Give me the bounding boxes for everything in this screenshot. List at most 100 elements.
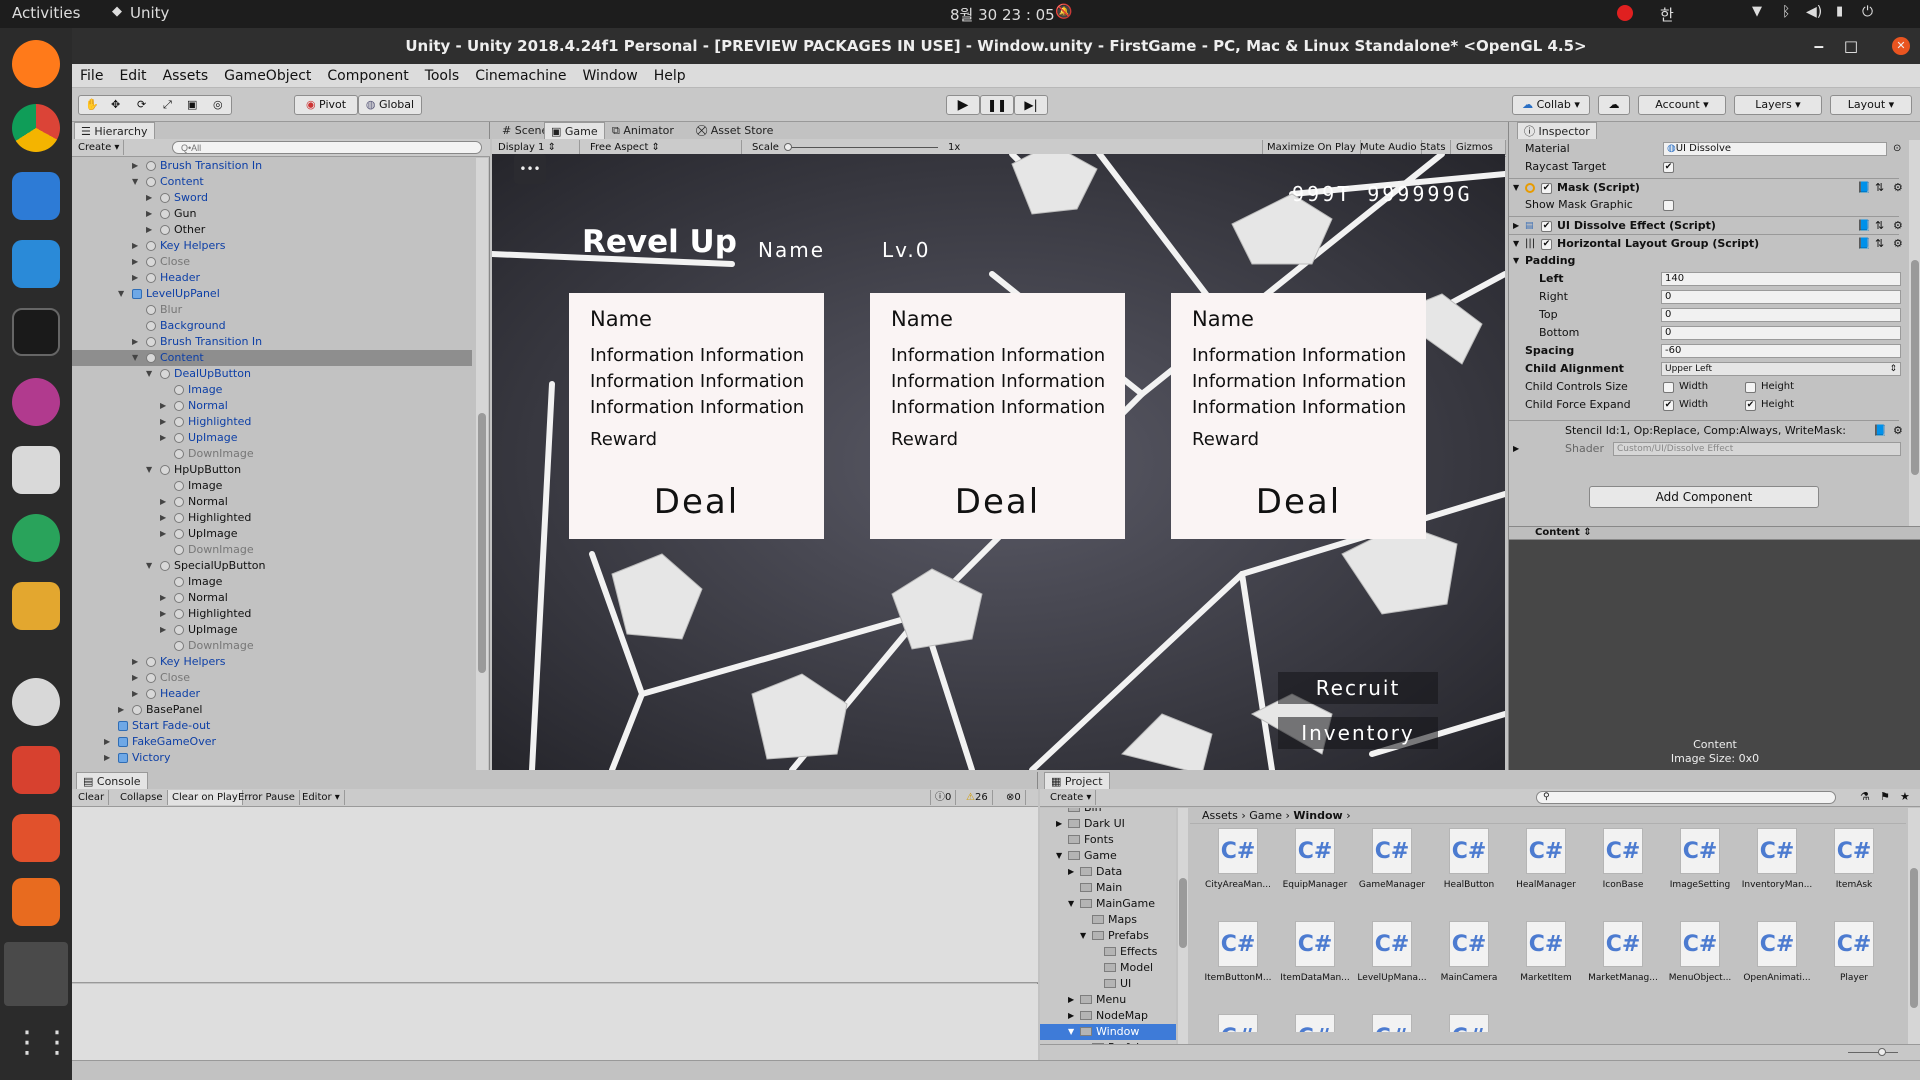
project-assets-scroll-thumb[interactable] — [1910, 868, 1918, 1008]
padding-left-field[interactable]: 140 — [1661, 272, 1901, 286]
hierarchy-row[interactable]: ▶ Key Helpers — [72, 654, 472, 670]
console-log-list[interactable] — [72, 807, 1038, 983]
inventory-button[interactable]: Inventory — [1278, 717, 1438, 749]
project-folder-row[interactable]: ▼ Prefabs — [1040, 928, 1176, 944]
scale-tool-icon[interactable]: ⤢ — [163, 96, 172, 114]
hierarchy-row[interactable]: ▶ Sword — [72, 190, 472, 206]
script-asset[interactable]: C# OpenAnimati... — [1739, 921, 1815, 983]
script-asset[interactable]: C# — [1354, 1014, 1430, 1032]
expand-arrow-icon[interactable]: ▶ — [132, 238, 138, 254]
project-folder-row[interactable]: Effects — [1040, 944, 1176, 960]
game-menu-button[interactable]: ••• — [514, 154, 546, 184]
project-folder-row[interactable]: ▶ NodeMap — [1040, 1008, 1176, 1024]
foldout-arrow-icon[interactable]: ▼ — [1513, 235, 1519, 253]
project-create-button[interactable]: Create ▾ — [1046, 790, 1097, 805]
maximize-on-play-toggle[interactable]: Maximize On Play — [1262, 140, 1361, 155]
project-folder-row[interactable]: ▼ MainGame — [1040, 896, 1176, 912]
close-icon[interactable]: ✕ — [1892, 37, 1910, 55]
expand-arrow-icon[interactable]: ▶ — [146, 206, 152, 222]
expand-arrow-icon[interactable]: ▶ — [1068, 1008, 1074, 1024]
expand-arrow-icon[interactable]: ▶ — [146, 190, 152, 206]
help-icon[interactable]: 📘 — [1873, 421, 1887, 441]
expand-arrow-icon[interactable]: ▶ — [160, 606, 166, 622]
vscode-icon[interactable] — [12, 240, 60, 288]
expand-arrow-icon[interactable]: ▶ — [132, 158, 138, 174]
script-asset[interactable]: C# ItemDataMan... — [1277, 921, 1353, 983]
hierarchy-scrollbar[interactable] — [476, 158, 488, 770]
tab-project[interactable]: ▦ Project — [1044, 772, 1110, 789]
maximize-icon[interactable]: □ — [1844, 28, 1858, 64]
account-dropdown[interactable]: Account ▾ — [1638, 95, 1726, 115]
drawing-icon[interactable] — [12, 582, 60, 630]
hlg-enabled-checkbox[interactable]: ✔ — [1541, 239, 1552, 250]
project-folder-row[interactable]: Model — [1040, 960, 1176, 976]
hierarchy-row[interactable]: ▼ LevelUpPanel — [72, 286, 472, 302]
script-asset[interactable]: C# CityAreaMan... — [1200, 828, 1276, 890]
tab-hierarchy[interactable]: ☰ Hierarchy — [74, 122, 155, 139]
project-folder-row[interactable]: Maps — [1040, 912, 1176, 928]
hierarchy-row[interactable]: ▶ Close — [72, 254, 472, 270]
expand-width-checkbox[interactable]: ✔ — [1663, 400, 1674, 411]
script-asset[interactable]: C# — [1200, 1014, 1276, 1032]
collapse-arrow-icon[interactable]: ▼ — [146, 558, 152, 574]
hierarchy-row[interactable]: ▶ Victory — [72, 750, 472, 766]
deal-card-3[interactable]: Name Information Information Information… — [1171, 293, 1426, 539]
menu-tools[interactable]: Tools — [417, 64, 468, 88]
wps-writer-icon[interactable] — [12, 746, 60, 794]
hierarchy-row[interactable]: ▶ Close — [72, 670, 472, 686]
deal-card-2[interactable]: Name Information Information Information… — [870, 293, 1125, 539]
expand-arrow-icon[interactable]: ▶ — [160, 526, 166, 542]
project-folder-row[interactable]: ▶ Data — [1040, 864, 1176, 880]
hierarchy-row[interactable]: ▶ Header — [72, 270, 472, 286]
foldout-arrow-icon[interactable]: ▶ — [1513, 217, 1519, 235]
hierarchy-row[interactable]: ▼ HpUpButton — [72, 462, 472, 478]
expand-arrow-icon[interactable]: ▶ — [1068, 864, 1074, 880]
hierarchy-scroll-thumb[interactable] — [478, 413, 486, 673]
console-collapse-button[interactable]: Collapse — [116, 790, 168, 805]
settings-icon[interactable] — [12, 678, 60, 726]
script-asset[interactable]: C# HealManager — [1508, 828, 1584, 890]
collapse-arrow-icon[interactable]: ▼ — [132, 350, 138, 366]
project-search-input[interactable]: ⚲ — [1536, 791, 1836, 804]
collapse-arrow-icon[interactable]: ▼ — [1080, 928, 1086, 944]
object-picker-icon[interactable]: ⊙ — [1893, 140, 1901, 158]
transform-tool-icon[interactable]: ◎ — [213, 96, 223, 114]
layers-dropdown[interactable]: Layers ▾ — [1734, 95, 1822, 115]
move-tool-icon[interactable]: ✥ — [111, 96, 120, 114]
deal-button[interactable]: Deal — [569, 482, 824, 522]
hand-tool-icon[interactable]: ✋ — [85, 96, 99, 114]
menu-assets[interactable]: Assets — [155, 64, 217, 88]
console-detail-area[interactable] — [72, 984, 1038, 1060]
foldout-arrow-icon[interactable]: ▼ — [1513, 179, 1519, 197]
help-icon[interactable]: 📘 — [1857, 235, 1871, 253]
hierarchy-row[interactable]: Image — [72, 574, 472, 590]
padding-right-field[interactable]: 0 — [1661, 290, 1901, 304]
tab-game[interactable]: ▣ Game — [544, 122, 605, 139]
dissolve-component-header[interactable]: ▶ ▤ ✔ UI Dissolve Effect (Script) 📘 ⇅ ⚙ — [1509, 216, 1903, 235]
expand-arrow-icon[interactable]: ▶ — [160, 414, 166, 430]
expand-height-checkbox[interactable]: ✔ — [1745, 400, 1756, 411]
inspector-scroll-thumb[interactable] — [1911, 260, 1919, 475]
breadcrumb-window[interactable]: Window — [1293, 809, 1342, 822]
hierarchy-row[interactable]: ▶ UpImage — [72, 622, 472, 638]
collapse-arrow-icon[interactable]: ▼ — [1056, 848, 1062, 864]
hierarchy-row[interactable]: ▶ Key Helpers — [72, 238, 472, 254]
hierarchy-row[interactable]: ▶ FakeGameOver — [72, 734, 472, 750]
expand-arrow-icon[interactable]: ▶ — [160, 430, 166, 446]
expand-arrow-icon[interactable]: ▶ — [132, 654, 138, 670]
help-icon[interactable]: 📘 — [1857, 217, 1871, 235]
hierarchy-row[interactable]: DownImage — [72, 638, 472, 654]
hierarchy-row[interactable]: ▶ Highlighted — [72, 606, 472, 622]
hierarchy-row[interactable]: Start Fade-out — [72, 718, 472, 734]
hierarchy-row[interactable]: ▶ UpImage — [72, 526, 472, 542]
dissolve-enabled-checkbox[interactable]: ✔ — [1541, 221, 1552, 232]
play-button[interactable]: ▶ — [946, 95, 980, 115]
files-icon[interactable] — [12, 172, 60, 220]
step-button[interactable]: ▶| — [1014, 95, 1048, 115]
expand-arrow-icon[interactable]: ▶ — [132, 686, 138, 702]
collapse-arrow-icon[interactable]: ▼ — [1068, 1024, 1074, 1040]
gizmos-dropdown[interactable]: Gizmos ▾ — [1452, 140, 1506, 168]
deal-button[interactable]: Deal — [1171, 482, 1426, 522]
console-editor-dropdown[interactable]: Editor ▾ — [298, 790, 345, 805]
controls-height-checkbox[interactable] — [1745, 382, 1756, 393]
